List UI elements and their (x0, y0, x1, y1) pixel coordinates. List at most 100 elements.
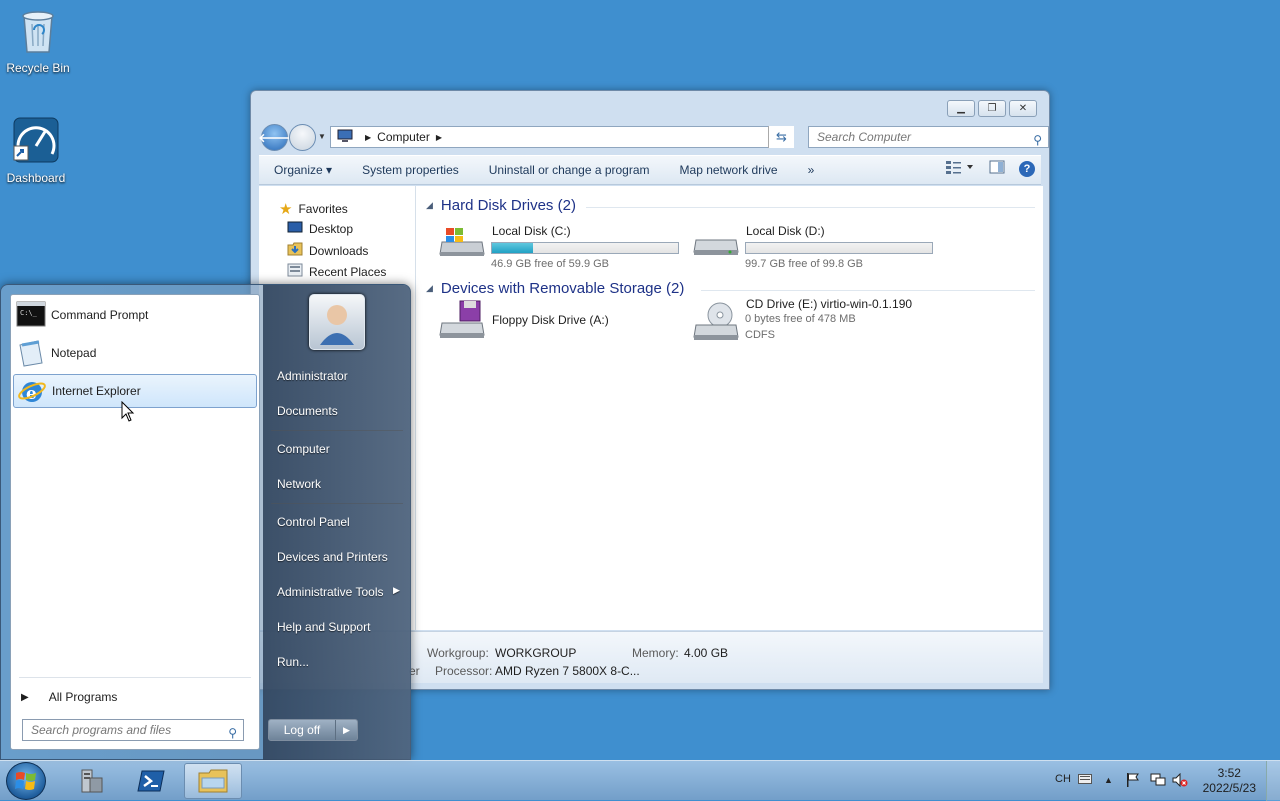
search-placeholder: Search Computer (817, 130, 911, 144)
link-run[interactable]: Run... (277, 655, 309, 669)
group-divider (586, 207, 1035, 208)
link-documents[interactable]: Documents (277, 404, 338, 418)
clock-date: 2022/5/23 (1203, 781, 1256, 796)
group-divider (701, 290, 1035, 291)
address-bar[interactable]: ▶ Computer ▶ ▼ (330, 126, 794, 148)
windows-logo-icon (14, 769, 38, 793)
volume-muted-icon[interactable] (1172, 773, 1188, 790)
internet-explorer-icon: e (17, 378, 47, 409)
links-separator (271, 503, 403, 504)
downloads-folder-icon (287, 242, 303, 259)
memory-value: 4.00 GB (684, 646, 728, 660)
nav-favorites[interactable]: ★ Favorites (279, 200, 348, 218)
program-notepad[interactable]: Notepad (13, 336, 257, 370)
recycle-bin-icon (0, 6, 76, 57)
show-desktop-button[interactable] (1266, 761, 1280, 801)
desktop-icon-label: Recycle Bin (0, 61, 76, 75)
dashboard-icon (0, 116, 74, 167)
triangle-right-icon: ▶ (21, 692, 29, 703)
link-computer[interactable]: Computer (277, 442, 330, 456)
system-tray: CH ▲ 3:52 2022/5/23 (1040, 761, 1280, 801)
language-indicator[interactable]: CH (1055, 773, 1071, 785)
drive-floppy-a[interactable]: Floppy Disk Drive (A:) (438, 313, 688, 353)
drive-file-system: CDFS (745, 329, 775, 341)
nav-recent-places[interactable]: Recent Places (287, 263, 386, 280)
link-control-panel[interactable]: Control Panel (277, 515, 350, 529)
recent-places-icon (287, 263, 303, 280)
content-pane: ◢ Hard Disk Drives (2) Local Disk (C:) 4… (415, 186, 1043, 630)
minimize-button[interactable]: ▁ (947, 100, 975, 117)
nav-desktop[interactable]: Desktop (287, 221, 353, 237)
drive-usage-fill (492, 243, 533, 253)
drive-free-space: 0 bytes free of 478 MB (745, 313, 856, 325)
link-devices-printers[interactable]: Devices and Printers (277, 550, 388, 564)
group-header-hard-disks[interactable]: ◢ Hard Disk Drives (2) (426, 197, 576, 214)
action-center-flag-icon[interactable] (1126, 772, 1140, 791)
floppy-drive-icon (438, 299, 486, 344)
taskbar-windows-explorer[interactable] (184, 763, 242, 799)
computer-icon (337, 129, 353, 146)
start-menu-programs-pane: C:\_ Command Prompt Notepad e Internet E… (10, 294, 260, 750)
uninstall-program-button[interactable]: Uninstall or change a program (474, 163, 665, 177)
program-internet-explorer[interactable]: e Internet Explorer (13, 374, 257, 408)
svg-text:C:\_: C:\_ (20, 309, 38, 317)
hard-drive-icon (692, 230, 740, 261)
help-icon[interactable]: ? (1019, 161, 1035, 177)
shutdown-options-icon[interactable]: ▶ (336, 725, 357, 736)
command-prompt-icon: C:\_ (16, 301, 46, 330)
forward-button[interactable] (289, 124, 316, 151)
user-icon (310, 295, 364, 349)
taskbar-powershell[interactable] (122, 763, 180, 799)
program-command-prompt[interactable]: C:\_ Command Prompt (13, 298, 257, 332)
start-search-placeholder: Search programs and files (31, 723, 171, 737)
desktop-icon-dashboard[interactable]: Dashboard (0, 116, 74, 185)
drive-local-disk-c[interactable]: Local Disk (C:) 46.9 GB free of 59.9 GB (438, 224, 688, 264)
view-options-icon[interactable] (945, 160, 975, 177)
links-separator (271, 430, 403, 431)
collapse-triangle-icon[interactable]: ◢ (426, 200, 433, 211)
network-icon[interactable] (1150, 773, 1166, 790)
clock-time: 3:52 (1203, 766, 1256, 781)
organize-button[interactable]: Organize ▾ (259, 163, 347, 177)
search-input[interactable]: Search Computer ⚲ (808, 126, 1049, 148)
show-hidden-icons-icon[interactable]: ▲ (1104, 775, 1113, 785)
breadcrumb-arrow-icon[interactable]: ▶ (365, 133, 371, 142)
link-help-support[interactable]: Help and Support (277, 620, 370, 634)
start-menu-links-pane: Administrator Documents Computer Network… (263, 285, 411, 761)
link-administrative-tools[interactable]: Administrative Tools (277, 585, 384, 599)
server-manager-icon (76, 766, 106, 796)
log-off-button[interactable]: Log off ▶ (268, 719, 358, 741)
workgroup-value: WORKGROUP (495, 646, 576, 660)
drive-free-space: 99.7 GB free of 99.8 GB (745, 258, 863, 270)
taskbar-server-manager[interactable] (62, 763, 120, 799)
desktop-icon-recycle-bin[interactable]: Recycle Bin (0, 6, 76, 75)
close-button[interactable]: ✕ (1009, 100, 1037, 117)
drive-local-disk-d[interactable]: Local Disk (D:) 99.7 GB free of 99.8 GB (692, 224, 942, 264)
map-network-drive-button[interactable]: Map network drive (665, 163, 793, 177)
keyboard-icon[interactable] (1078, 774, 1092, 787)
recent-pages-dropdown[interactable]: ▼ (318, 132, 326, 141)
breadcrumb-computer[interactable]: Computer (377, 130, 430, 144)
group-header-removable[interactable]: ◢ Devices with Removable Storage (2) (426, 280, 684, 297)
system-properties-button[interactable]: System properties (347, 163, 474, 177)
windows-drive-icon (438, 224, 486, 261)
search-icon: ⚲ (1033, 130, 1042, 150)
drive-name: Local Disk (C:) (492, 224, 571, 238)
start-button[interactable] (6, 762, 46, 800)
drive-cd-e[interactable]: CD Drive (E:) virtio-win-0.1.190 0 bytes… (692, 297, 992, 347)
collapse-triangle-icon[interactable]: ◢ (426, 283, 433, 294)
navigation-bar: 🡐 ▼ ▶ Computer ▶ ▼ ⇆ Search Computer ⚲ (259, 123, 1041, 151)
more-commands-button[interactable]: » (793, 163, 830, 177)
link-administrator[interactable]: Administrator (277, 369, 348, 383)
all-programs-button[interactable]: ▶ All Programs (21, 690, 117, 704)
refresh-button[interactable]: ⇆ (768, 126, 794, 148)
user-avatar[interactable] (309, 294, 365, 350)
restore-button[interactable]: ❐ (978, 100, 1006, 117)
preview-pane-icon[interactable] (989, 160, 1005, 177)
link-network[interactable]: Network (277, 477, 321, 491)
back-button[interactable]: 🡐 (261, 124, 288, 151)
nav-downloads[interactable]: Downloads (287, 242, 368, 259)
clock[interactable]: 3:52 2022/5/23 (1203, 766, 1256, 796)
breadcrumb-arrow-icon[interactable]: ▶ (436, 133, 442, 142)
start-search-input[interactable]: Search programs and files ⚲ (22, 719, 244, 741)
